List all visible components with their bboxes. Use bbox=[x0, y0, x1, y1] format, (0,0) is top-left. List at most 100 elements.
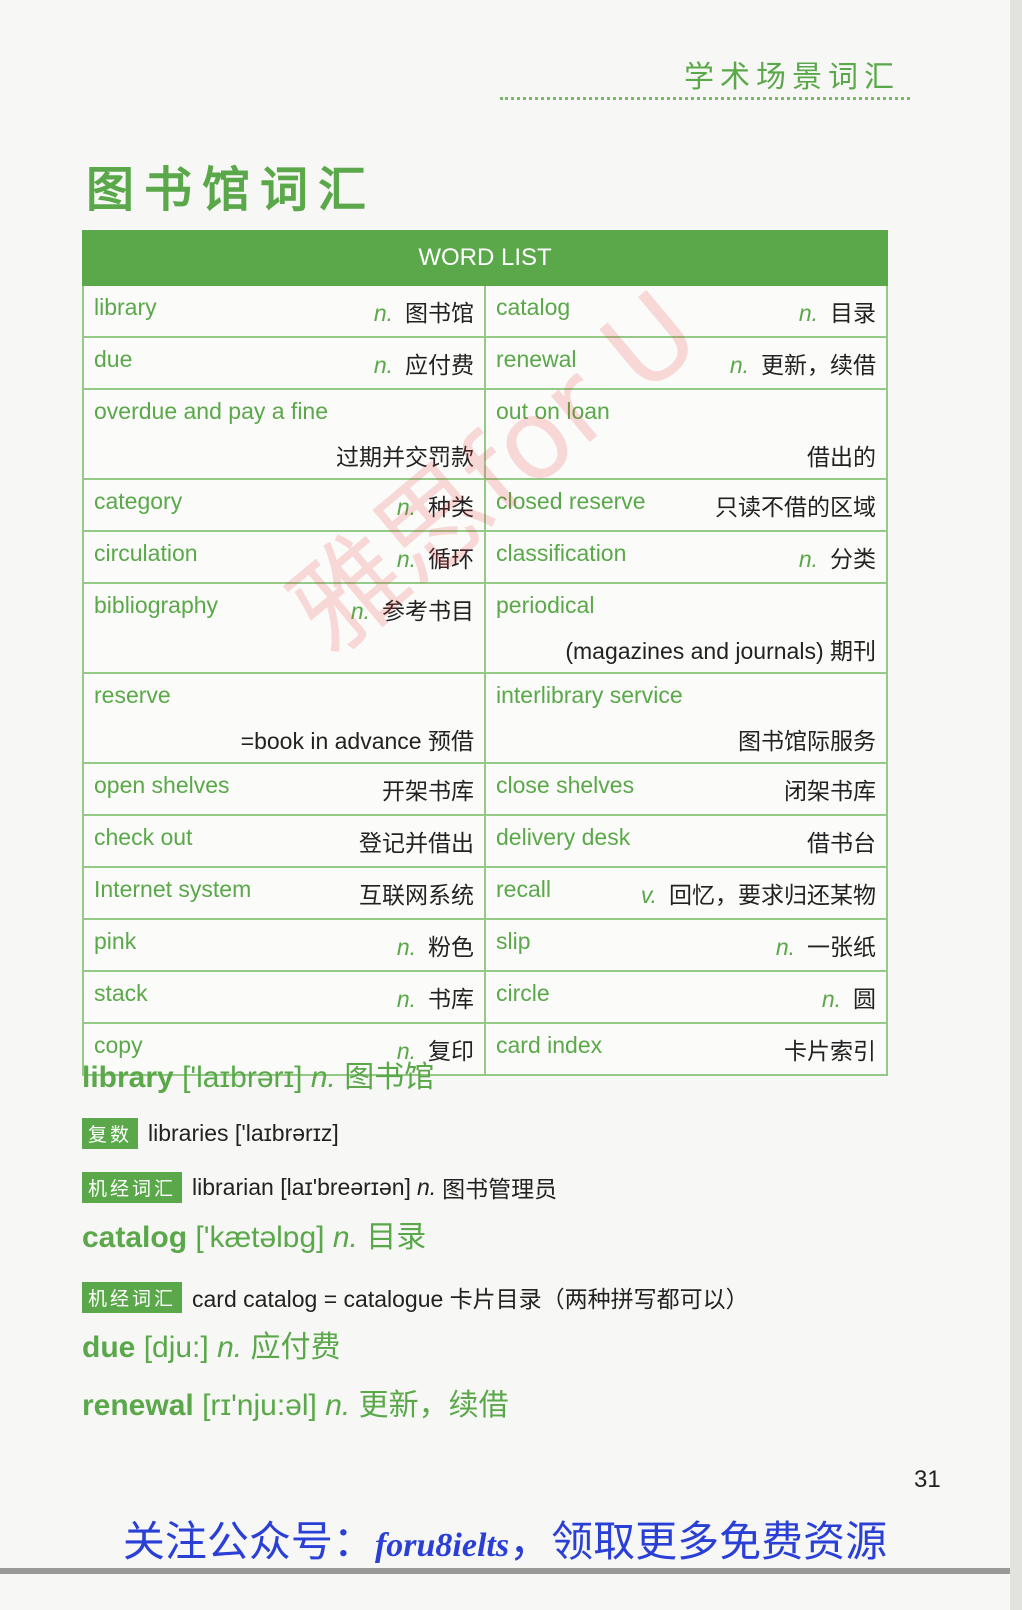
related-tag: 机经词汇 bbox=[82, 1281, 183, 1313]
chinese-text: (magazines and journals) 期刊 bbox=[565, 638, 876, 664]
part-of-speech: n. bbox=[798, 546, 818, 572]
chinese-text: 图书馆 bbox=[405, 300, 474, 326]
chinese-text: 粉色 bbox=[428, 934, 474, 960]
page-edge bbox=[1010, 0, 1022, 1610]
part-of-speech: n. bbox=[396, 986, 416, 1012]
english-term: circulation bbox=[94, 540, 198, 566]
word-cell-right: renewal n. 更新，续借 bbox=[484, 336, 888, 390]
chinese-definition: =book in advance 预借 bbox=[229, 722, 474, 756]
plural-line: 复数 libraries ['laɪbrərɪz] bbox=[82, 1118, 339, 1149]
word-cell-right: closed reserve 只读不借的区域 bbox=[484, 478, 888, 532]
header-dotted-rule bbox=[500, 97, 910, 100]
word-list-row: due n. 应付费 renewal n. 更新，续借 bbox=[82, 336, 888, 390]
chinese-definition: n. 种类 bbox=[397, 488, 474, 522]
chinese-text: 循环 bbox=[428, 546, 474, 572]
part-of-speech: n. bbox=[217, 1331, 243, 1364]
word-cell-right: card index 卡片索引 bbox=[484, 1022, 888, 1076]
word-cell-left: due n. 应付费 bbox=[82, 336, 486, 390]
chinese-definition: n. 书库 bbox=[397, 980, 474, 1014]
english-term: Internet system bbox=[94, 876, 252, 902]
word-list-row: Internet system 互联网系统 recall v. 回忆，要求归还某物 bbox=[82, 866, 888, 920]
footer-rule bbox=[0, 1568, 1010, 1574]
headword-library: library ['laɪbrərɪ] n. 图书馆 bbox=[82, 1052, 434, 1096]
part-of-speech: n. bbox=[775, 934, 795, 960]
word-cell-left: category n. 种类 bbox=[82, 478, 486, 532]
definition: 应付费 bbox=[250, 1331, 341, 1364]
word-list-row: category n. 种类 closed reserve 只读不借的区域 bbox=[82, 478, 888, 532]
headword-text: renewal bbox=[82, 1389, 194, 1422]
part-of-speech: n. bbox=[373, 352, 393, 378]
part-of-speech: n. bbox=[396, 934, 416, 960]
part-of-speech: n. bbox=[325, 1389, 351, 1422]
chinese-definition: n. 参考书目 bbox=[351, 592, 474, 626]
chinese-text: =book in advance 预借 bbox=[240, 728, 474, 754]
chinese-definition: n. 分类 bbox=[799, 540, 876, 574]
chinese-text: 目录 bbox=[830, 300, 876, 326]
word-cell-right: catalog n. 目录 bbox=[484, 284, 888, 338]
english-term: interlibrary service bbox=[496, 682, 683, 708]
word-cell-left: circulation n. 循环 bbox=[82, 530, 486, 584]
related-line-card-catalog: 机经词汇 card catalog = catalogue 卡片目录（两种拼写都… bbox=[82, 1280, 749, 1314]
english-term: card index bbox=[496, 1032, 603, 1058]
english-term: reserve bbox=[94, 682, 171, 708]
chinese-definition: n. 一张纸 bbox=[776, 928, 876, 962]
related-text: card catalog = catalogue 卡片目录（两种拼写都可以） bbox=[192, 1286, 749, 1312]
chinese-text: 参考书目 bbox=[382, 598, 474, 624]
chinese-definition: 过期并交罚款 bbox=[324, 438, 474, 472]
word-cell-left: bibliography n. 参考书目 bbox=[82, 582, 486, 674]
word-cell-left: Internet system 互联网系统 bbox=[82, 866, 486, 920]
part-of-speech: n. bbox=[332, 1221, 358, 1254]
word-cell-right: out on loan 借出的 bbox=[484, 388, 888, 480]
headword-catalog: catalog ['kætəlɒg] n. 目录 bbox=[82, 1212, 426, 1256]
chinese-definition: n. 图书馆 bbox=[374, 294, 474, 328]
word-list-row: pink n. 粉色 slip n. 一张纸 bbox=[82, 918, 888, 972]
part-of-speech: n. bbox=[350, 598, 370, 624]
chinese-text: 更新，续借 bbox=[761, 352, 876, 378]
chinese-definition: 闭架书库 bbox=[772, 772, 876, 806]
chinese-text: 应付费 bbox=[405, 352, 474, 378]
word-list-row: stack n. 书库 circle n. 圆 bbox=[82, 970, 888, 1024]
chinese-text: 种类 bbox=[428, 494, 474, 520]
chinese-text: 过期并交罚款 bbox=[336, 444, 474, 470]
english-term: recall bbox=[496, 876, 551, 902]
word-cell-left: overdue and pay a fine 过期并交罚款 bbox=[82, 388, 486, 480]
chinese-text: 分类 bbox=[830, 546, 876, 572]
plural-text: libraries ['laɪbrərɪz] bbox=[148, 1120, 339, 1146]
word-list-row: reserve =book in advance 预借 interlibrary s… bbox=[82, 672, 888, 764]
part-of-speech: n. bbox=[396, 546, 416, 572]
footer-banner: 关注公众号：foru8ielts，领取更多免费资源 bbox=[0, 1508, 1010, 1569]
english-term: periodical bbox=[496, 592, 595, 618]
part-of-speech: n. bbox=[396, 494, 416, 520]
chinese-text: 借书台 bbox=[807, 830, 876, 856]
english-term: circle bbox=[496, 980, 550, 1006]
chinese-definition: n. 应付费 bbox=[374, 346, 474, 380]
chinese-definition: n. 粉色 bbox=[397, 928, 474, 962]
chinese-text: 卡片索引 bbox=[784, 1038, 876, 1064]
english-term: closed reserve bbox=[496, 488, 646, 514]
related-line-librarian: 机经词汇 librarian [laɪ'breərɪən] n. 图书管理员 bbox=[82, 1170, 557, 1204]
chinese-definition: 只读不借的区域 bbox=[703, 488, 876, 522]
chinese-definition: (magazines and journals) 期刊 bbox=[553, 632, 876, 666]
chinese-text: 图书馆际服务 bbox=[738, 728, 876, 754]
chinese-text: 只读不借的区域 bbox=[715, 494, 876, 520]
word-cell-right: interlibrary service 图书馆际服务 bbox=[484, 672, 888, 764]
word-cell-left: library n. 图书馆 bbox=[82, 284, 486, 338]
english-term: stack bbox=[94, 980, 148, 1006]
word-cell-left: reserve =book in advance 预借 bbox=[82, 672, 486, 764]
english-term: due bbox=[94, 346, 133, 372]
phonetic: ['laɪbrərɪ] bbox=[182, 1061, 303, 1094]
word-cell-right: periodical (magazines and journals) 期刊 bbox=[484, 582, 888, 674]
chinese-text: 互联网系统 bbox=[359, 882, 474, 908]
related-def: 图书管理员 bbox=[442, 1176, 558, 1202]
chinese-definition: 互联网系统 bbox=[347, 876, 474, 910]
footer-handle: foru8ielts bbox=[374, 1527, 510, 1564]
chinese-text: 圆 bbox=[853, 986, 876, 1012]
chinese-definition: 借出的 bbox=[795, 438, 876, 472]
footer-suffix: ，领取更多免费资源 bbox=[509, 1517, 888, 1566]
word-cell-right: recall v. 回忆，要求归还某物 bbox=[484, 866, 888, 920]
chinese-text: 登记并借出 bbox=[359, 830, 474, 856]
headword-due: due [dju:] n. 应付费 bbox=[82, 1322, 340, 1366]
english-term: open shelves bbox=[94, 772, 230, 798]
headword-renewal: renewal [rɪ'nju:əl] n. 更新，续借 bbox=[82, 1380, 509, 1424]
english-term: library bbox=[94, 294, 157, 320]
